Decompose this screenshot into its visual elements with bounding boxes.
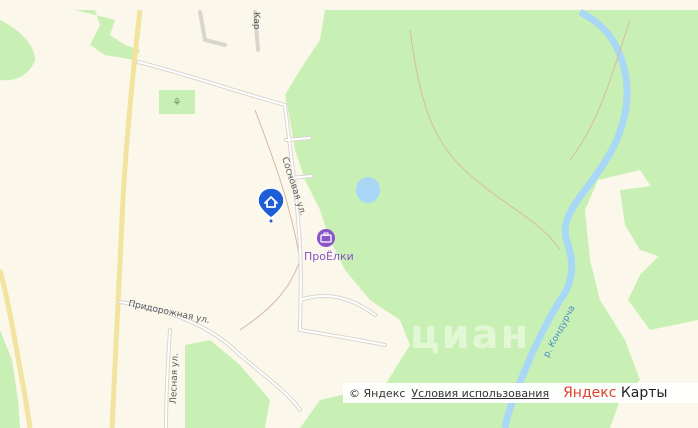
attribution-bar: © Яндекс Условия использования Яндекс Ка… [343, 383, 698, 403]
street-label-lesnaya: Лесная ул. [169, 353, 181, 404]
map-canvas[interactable]: ⚘ Сосновая ул. Придорожная ул. Лесная ул… [0, 0, 698, 428]
watermark-text: циан [410, 312, 531, 358]
terms-link[interactable]: Условия использования [411, 387, 549, 400]
briefcase-icon [317, 229, 335, 247]
lake [356, 177, 380, 203]
yandex-maps-logo[interactable]: Яндекс Карты [563, 385, 667, 401]
park-icon: ⚘ [172, 96, 182, 109]
poi-label: ПроЁлки [304, 250, 354, 263]
copyright-text: © Яндекс [349, 386, 406, 400]
street-label-kar: Кар [251, 12, 261, 30]
